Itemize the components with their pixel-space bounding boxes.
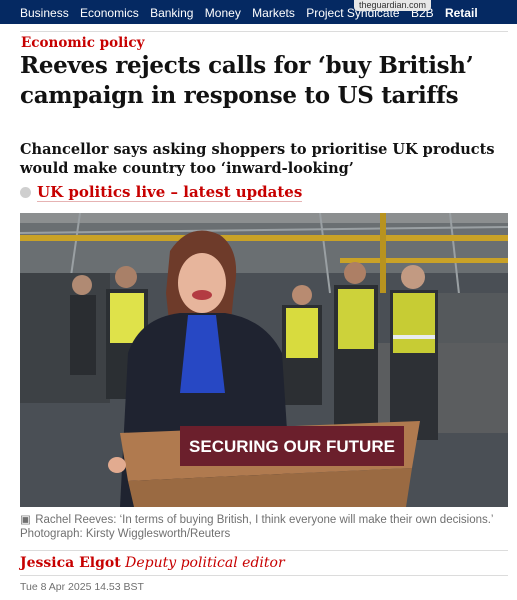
photo-caption: ▣ Rachel Reeves: ‘In terms of buying Bri… [20,513,508,541]
live-dot-icon [20,187,31,198]
nav-item-business[interactable]: Business [20,6,69,20]
article-photo[interactable]: SECURING OUR FUTURE [20,213,508,507]
nav-item-markets[interactable]: Markets [252,6,295,20]
photo-credit: Photograph: Kirsty Wigglesworth/Reuters [20,528,231,540]
divider [20,550,508,551]
nav-item-retail[interactable]: Retail [445,6,478,20]
live-updates-link[interactable]: UK politics live – latest updates [20,183,303,202]
nav-item-banking[interactable]: Banking [150,6,193,20]
camera-icon: ▣ [20,514,31,526]
nav-item-economics[interactable]: Economics [80,6,139,20]
article-headline: Reeves rejects calls for ‘buy British’ c… [20,52,474,109]
divider [20,575,508,576]
author-name[interactable]: Jessica Elgot [20,555,121,571]
browser-url[interactable]: theguardian.com [353,0,431,11]
lectern-sign: SECURING OUR FUTURE [189,437,395,456]
caption-text: Rachel Reeves: ‘In terms of buying Briti… [35,514,494,526]
article-kicker[interactable]: Economic policy [21,35,144,51]
live-updates-label: UK politics live – latest updates [37,183,303,202]
section-nav: Business Economics Banking Money Markets… [0,0,517,24]
nav-item-money[interactable]: Money [205,6,241,20]
publish-date: Tue 8 Apr 2025 14.53 BST [20,581,144,593]
photo-illustration: SECURING OUR FUTURE [20,213,508,507]
author-role: Deputy political editor [125,555,285,571]
article-standfirst: Chancellor says asking shoppers to prior… [20,141,495,177]
divider [20,31,508,32]
byline: Jessica Elgot Deputy political editor [20,555,285,571]
